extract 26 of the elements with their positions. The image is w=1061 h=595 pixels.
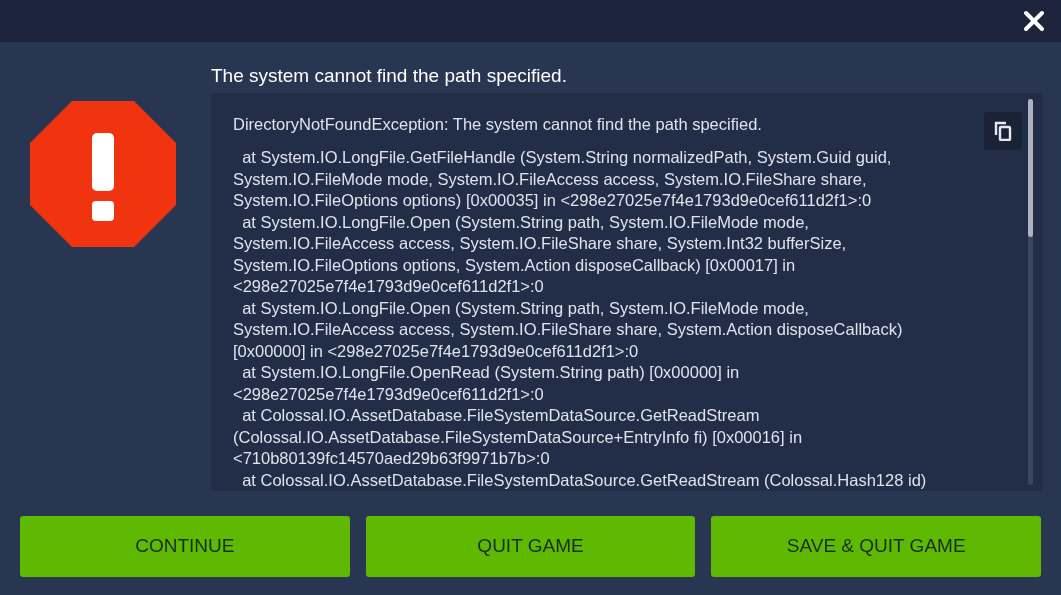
action-button[interactable]: QUIT GAME [365, 516, 696, 577]
stack-trace-line: System.IO.FileAccess access, System.IO.FileShare share, System.Action disposeCallback) [233, 319, 903, 340]
stack-trace-line: <298e27025e7f4e1793d9e0cef611d2f1>:0 [233, 276, 544, 297]
stack-trace-line: System.IO.FileOptions options) [0x00035] in <298e27025e7f4e1793d9e0cef611d2f1>:0 [233, 190, 872, 211]
copy-button[interactable] [984, 112, 1022, 150]
stack-trace-line: (Colossal.IO.AssetDatabase.FileSystemDataSource+EntryInfo fi) [0x00016] in [233, 426, 803, 448]
close-button[interactable] [1021, 8, 1047, 34]
stack-trace-line: System.IO.FileOptions options, System.Action disposeCallback) [0x00017] in [233, 254, 796, 276]
scrollbar[interactable] [1028, 99, 1033, 485]
stack-trace-line: at System.IO.LongFile.GetFileHandle (System.String normalizedPath, System.Guid guid, [241, 147, 892, 168]
stack-trace-line: at System.IO.LongFile.OpenRead (System.String path) [0x00000] in [241, 362, 740, 383]
action-button[interactable]: CONTINUE [20, 516, 350, 577]
error-title: The system cannot find the path specified. [211, 64, 567, 88]
stack-trace-line: System.IO.FileAccess access, System.IO.FileShare share, System.Int32 bufferSize, [233, 233, 847, 254]
action-button[interactable]: SAVE & QUIT GAME [711, 516, 1041, 577]
stack-trace-line: at Colossal.IO.AssetDatabase.FileSystemDataSource.GetReadStream [241, 405, 760, 426]
stack-trace-line: System.IO.FileMode mode, System.IO.FileAccess access, System.IO.FileShare share, [233, 168, 867, 190]
stack-trace-line: at System.IO.LongFile.Open (System.String path, System.IO.FileMode mode, [241, 297, 809, 319]
warning-icon [28, 99, 178, 249]
stack-trace-line: at Colossal.IO.AssetDatabase.FileSystemDataSource.GetReadStream (Colossal.Hash128 id) [241, 469, 927, 491]
copy-icon [994, 121, 1012, 141]
stack-trace-line: <298e27025e7f4e1793d9e0cef611d2f1>:0 [233, 383, 544, 405]
stack-trace-line: <710b80139fc14570aed29b63f9971b7b>:0 [233, 448, 550, 469]
stack-trace-line: at System.IO.LongFile.Open (System.String path, System.IO.FileMode mode, [241, 211, 809, 233]
log-message: DirectoryNotFoundException: The system cannot find the path specified. [233, 114, 762, 135]
stack-trace-line: [0x00000] in <298e27025e7f4e1793d9e0cef611d2f1>:0 [233, 340, 639, 362]
